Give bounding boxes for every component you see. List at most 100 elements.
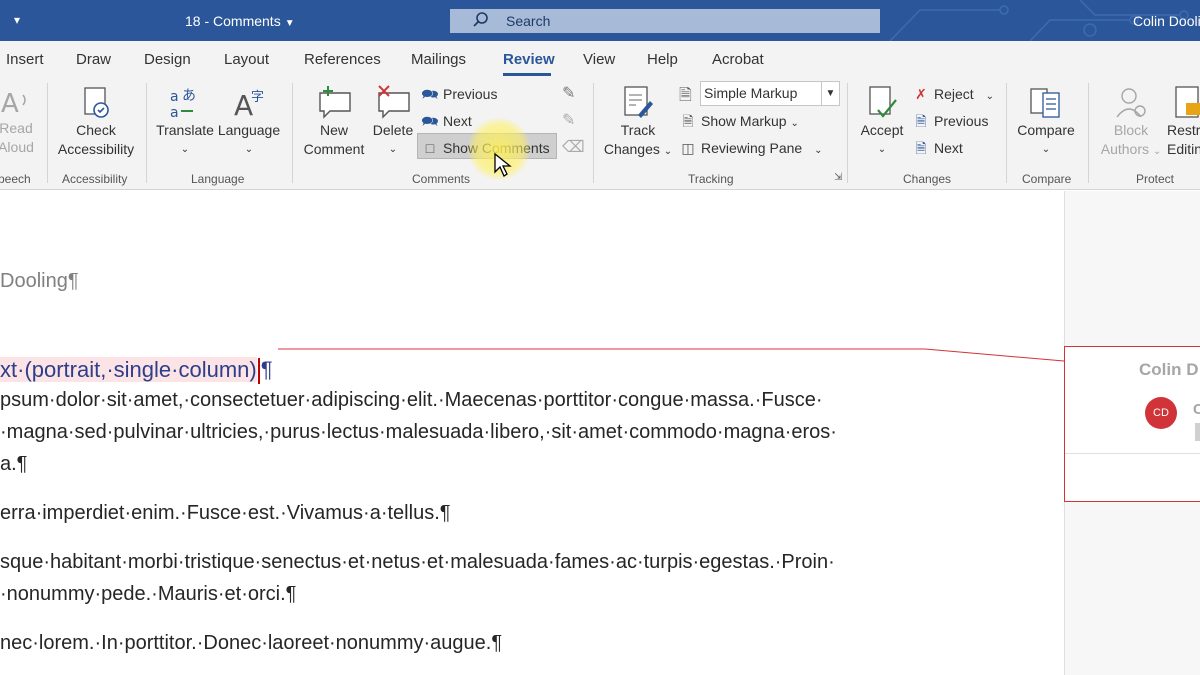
body-line: a.¶ xyxy=(0,453,28,475)
comment-author-name: Colin D xyxy=(1139,360,1199,379)
compare-icon xyxy=(1030,88,1060,118)
comment-icon: □ xyxy=(425,140,435,156)
chevron-down-icon: ⌄ xyxy=(790,118,799,129)
chevron-down-icon: ⌄ xyxy=(1152,146,1162,157)
mouse-pointer-icon xyxy=(494,152,512,177)
group-label-speech: peech xyxy=(0,172,31,186)
reviewing-pane-button[interactable]: ◫ Reviewing Pane ⌄ xyxy=(679,139,822,160)
check-accessibility-button[interactable]: Check Accessibility xyxy=(56,85,136,159)
chevron-down-icon: ⌄ xyxy=(985,91,994,102)
chevron-down-icon: ⌄ xyxy=(1041,144,1051,155)
body-line: psum·dolor·sit·amet,·consectetuer·adipis… xyxy=(0,389,823,411)
ribbon-tabs: Insert Draw Design Layout References Mai… xyxy=(0,41,1200,77)
group-label-tracking: Tracking xyxy=(688,172,734,186)
dialog-launcher-icon[interactable]: ⇲ xyxy=(834,172,842,183)
new-comment-label-1: New xyxy=(319,122,348,138)
show-markup-button[interactable]: 🗎 Show Markup ⌄ xyxy=(679,112,799,133)
eraser-icon[interactable]: ⌫ xyxy=(562,137,585,157)
group-label-language: Language xyxy=(191,172,245,186)
new-comment-button[interactable]: New Comment xyxy=(298,85,370,159)
tab-references[interactable]: References xyxy=(304,51,381,68)
track-label-1: Track xyxy=(620,122,656,138)
restrict-label-1: Restri xyxy=(1167,122,1200,138)
group-separator xyxy=(1088,83,1089,183)
delete-comment-button[interactable]: Delete ⌄ xyxy=(370,85,416,159)
new-comment-label-2: Comment xyxy=(303,141,365,157)
show-markup-icon: 🗎 xyxy=(682,113,694,129)
svg-text:あ: あ xyxy=(182,88,196,104)
svg-text:A: A xyxy=(1,89,19,119)
reject-button[interactable]: ✗ Reject ⌄ xyxy=(912,85,994,106)
new-comment-icon xyxy=(319,86,351,119)
document-title[interactable]: 18 - Comments ▼ xyxy=(185,13,295,29)
chevron-down-icon: ▼ xyxy=(821,82,839,105)
customize-qat-icon[interactable]: ▾ xyxy=(14,13,20,27)
ink-comment-icon[interactable]: ✎ xyxy=(562,83,575,103)
group-separator xyxy=(47,83,48,183)
commented-text[interactable]: xt·(portrait,·single·column) xyxy=(0,357,257,382)
tab-mailings[interactable]: Mailings xyxy=(411,51,466,68)
translate-icon: a あ a xyxy=(170,88,196,121)
comment-divider xyxy=(1065,453,1200,454)
next-comment-button[interactable]: 🗪 Next xyxy=(421,112,472,130)
display-for-review-icon: 🗎 xyxy=(679,87,692,104)
body-line: nec·lorem.·In·porttitor.·Donec·laoreet·n… xyxy=(0,632,503,654)
tab-acrobat[interactable]: Acrobat xyxy=(712,51,764,68)
language-button[interactable]: A 字 Language ⌄ xyxy=(216,85,282,159)
language-icon: A 字 xyxy=(234,89,264,121)
display-for-review-select[interactable]: Simple Markup ▼ xyxy=(700,81,840,106)
track-changes-text: Changes xyxy=(603,141,660,157)
document-page[interactable]: Dooling¶ xt·(portrait,·single·column) ¶ p… xyxy=(0,191,1064,675)
check-label-1: Check xyxy=(76,122,116,138)
group-label-accessibility: Accessibility xyxy=(62,172,128,186)
text-cursor xyxy=(257,358,260,385)
reviewing-pane-label: Reviewing Pane xyxy=(701,140,803,156)
read-aloud-label-2: Aloud xyxy=(0,139,34,155)
translate-button[interactable]: a あ a Translate ⌄ xyxy=(156,85,214,159)
tab-view[interactable]: View xyxy=(583,51,615,68)
compare-button[interactable]: Compare ⌄ xyxy=(1014,85,1078,159)
svg-text:a: a xyxy=(170,89,179,105)
tab-layout[interactable]: Layout xyxy=(224,51,269,68)
tab-review[interactable]: Review xyxy=(503,51,555,68)
search-icon xyxy=(473,12,488,27)
group-separator xyxy=(1006,83,1007,183)
tab-insert[interactable]: Insert xyxy=(6,51,44,68)
pen-icon[interactable]: ✎ xyxy=(562,110,575,130)
check-label-2: Accessibility xyxy=(57,141,135,157)
next-change-button[interactable]: 🗎 Next xyxy=(912,139,962,157)
tab-design[interactable]: Design xyxy=(144,51,191,68)
previous-comment-label: Previous xyxy=(443,86,498,102)
group-separator xyxy=(292,83,293,183)
reviewing-pane-icon: ◫ xyxy=(681,140,695,156)
comment-balloon[interactable]: Colin D CD C xyxy=(1064,346,1200,502)
track-changes-button[interactable]: Track Changes ⌄ xyxy=(600,85,676,161)
accept-label: Accept xyxy=(860,122,904,138)
heading-paragraph: xt·(portrait,·single·column) ¶ xyxy=(0,357,273,385)
show-markup-label: Show Markup xyxy=(701,113,787,129)
group-separator xyxy=(146,83,147,183)
compare-label: Compare xyxy=(1017,122,1075,138)
tab-help[interactable]: Help xyxy=(647,51,678,68)
author-paragraph: Dooling¶ xyxy=(0,270,79,292)
restrict-editing-button[interactable]: Restri Editin xyxy=(1164,85,1200,159)
group-label-changes: Changes xyxy=(903,172,952,186)
previous-comment-button[interactable]: 🗪 Previous xyxy=(421,85,497,103)
chevron-down-icon: ⌄ xyxy=(663,146,673,157)
next-comment-icon: 🗪 xyxy=(421,113,439,129)
read-aloud-label-1: Read xyxy=(0,120,33,136)
next-comment-label: Next xyxy=(443,113,472,129)
svg-text:字: 字 xyxy=(251,90,264,105)
previous-change-button[interactable]: 🗎 Previous xyxy=(912,112,988,130)
reject-icon: ✗ xyxy=(915,86,927,102)
read-aloud-button[interactable]: A Read Aloud xyxy=(0,85,36,157)
avatar: CD xyxy=(1145,397,1177,429)
body-line: ·nonummy·pede.·Mauris·et·orci.¶ xyxy=(0,583,297,605)
user-name[interactable]: Colin Dooling xyxy=(1133,13,1200,29)
block-authors-button[interactable]: Block Authors ⌄ xyxy=(1098,85,1164,161)
accept-button[interactable]: Accept ⌄ xyxy=(856,85,908,159)
chevron-down-icon: ⌄ xyxy=(244,144,254,155)
search-input[interactable]: Search xyxy=(450,9,880,33)
title-bar: ▾ 18 - Comments▼ Search Colin Dooling xyxy=(0,0,1200,41)
tab-draw[interactable]: Draw xyxy=(76,51,111,68)
